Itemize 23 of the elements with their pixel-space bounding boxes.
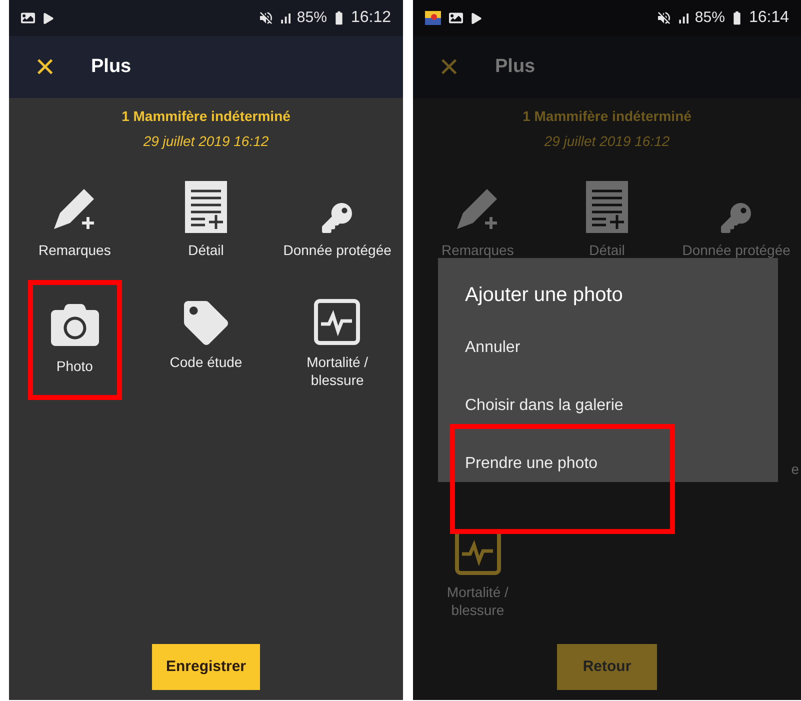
partial-label: e <box>791 460 799 479</box>
clock-time: 16:12 <box>350 8 391 28</box>
action-tile[interactable]: Détail <box>178 168 234 270</box>
action-tile[interactable]: Donnée protégée <box>276 168 398 270</box>
dialog-option[interactable]: Choisir dans la galerie <box>465 394 624 418</box>
dialog-title: Ajouter une photo <box>465 283 624 308</box>
battery-percent: 85% <box>296 8 327 28</box>
screen-title: Plus <box>91 54 132 79</box>
action-tile[interactable]: Remarques <box>31 168 118 270</box>
species-name: 1 Mammifère indéterminé <box>122 107 290 126</box>
dialog-option[interactable]: Prendre une photo <box>465 452 598 476</box>
dialog-option[interactable]: Annuler <box>465 336 520 360</box>
close-button[interactable]: × <box>25 50 65 84</box>
action-tile[interactable]: Code étude <box>162 280 250 400</box>
save-button[interactable]: Enregistrer <box>152 644 260 690</box>
screen-title: Plus <box>495 54 536 79</box>
species-name: 1 Mammifère indéterminé <box>522 107 692 126</box>
clock-time: 16:14 <box>748 8 789 28</box>
action-tile[interactable]: Mortalité / blessure <box>272 280 403 400</box>
observation-date: 29 juillet 2019 16:12 <box>544 132 670 151</box>
action-tile[interactable]: Photo <box>28 280 122 400</box>
battery-percent: 85% <box>694 8 725 28</box>
observation-date: 29 juillet 2019 16:12 <box>143 132 269 151</box>
